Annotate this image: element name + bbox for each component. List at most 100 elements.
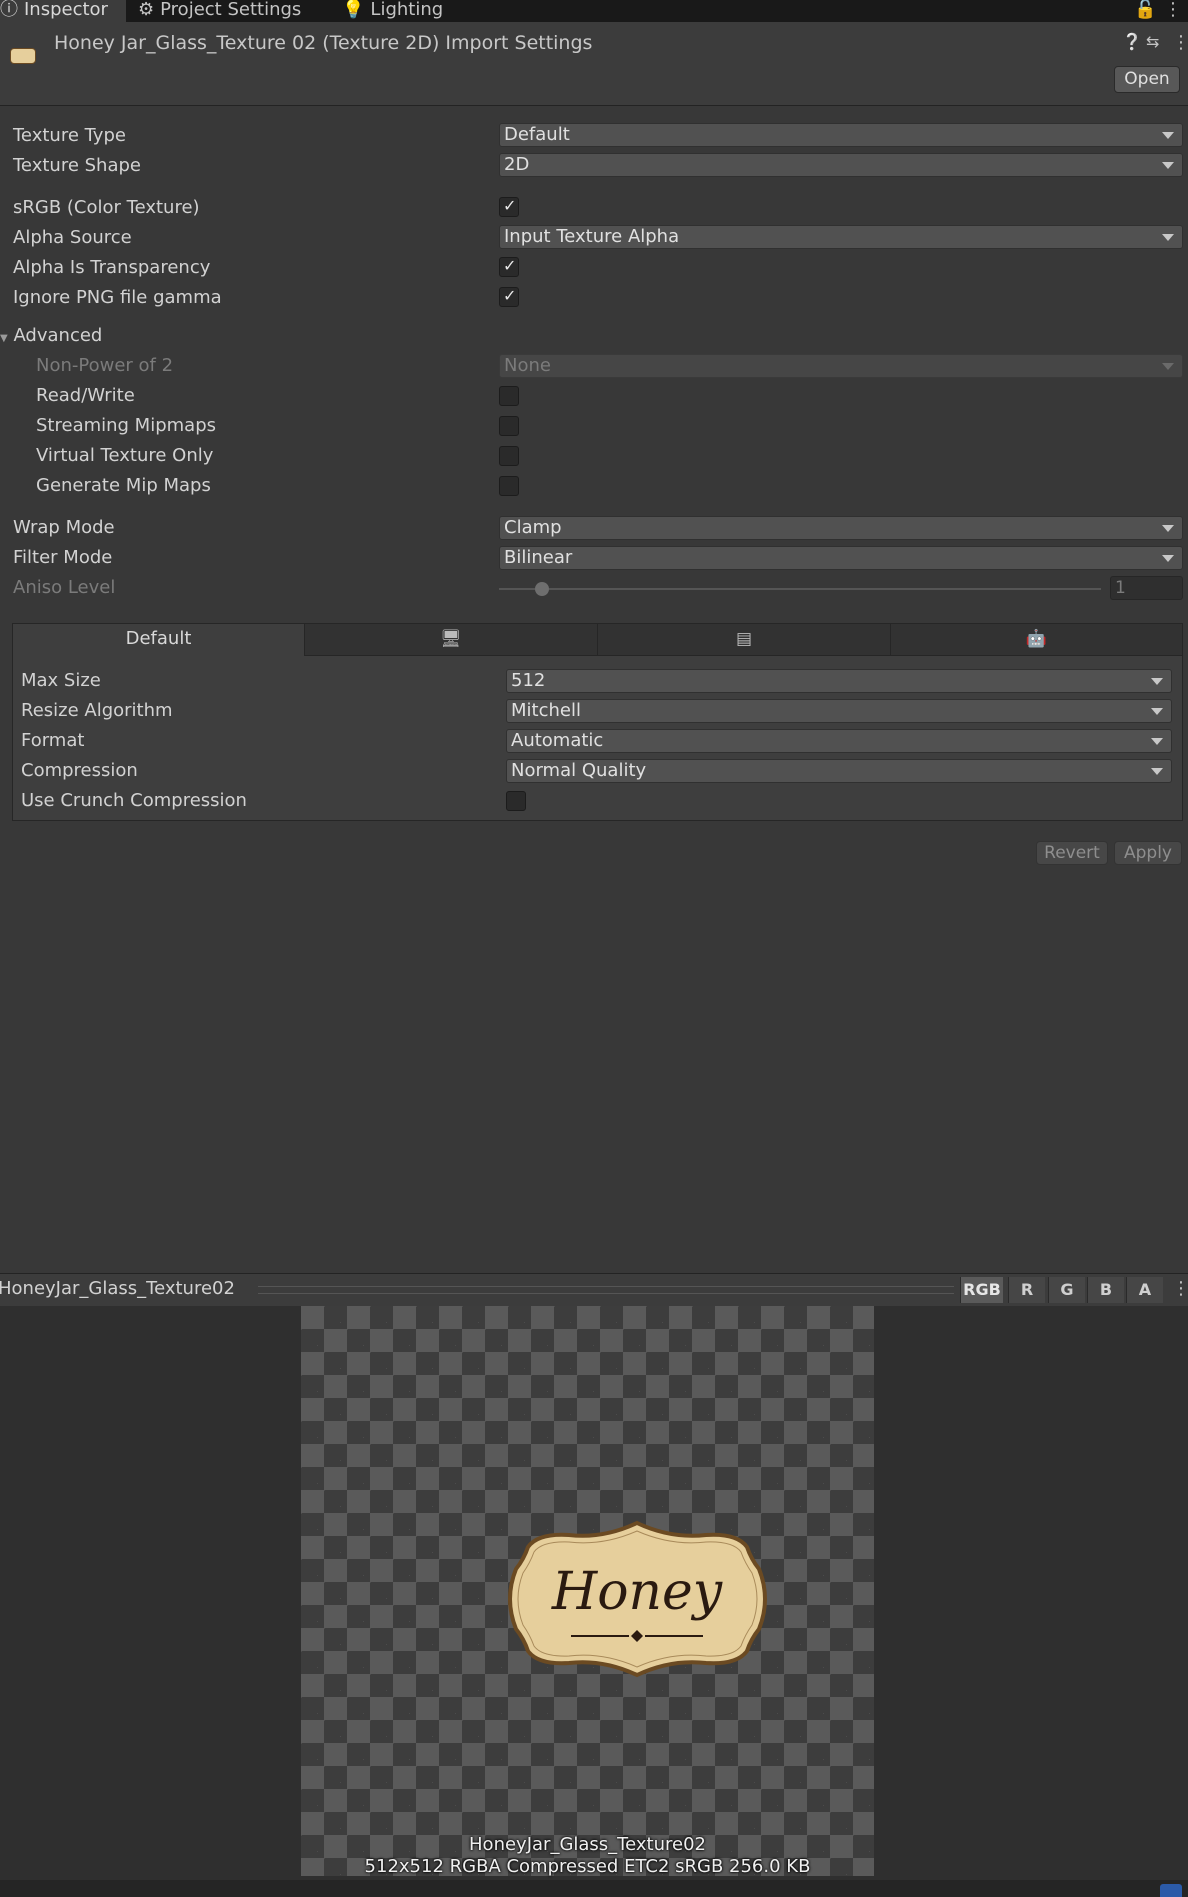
aniso-level-slider[interactable] xyxy=(499,578,1101,600)
texture-type-dropdown[interactable]: Default xyxy=(499,123,1183,147)
honey-label-text: Honey xyxy=(551,1562,723,1622)
read-write-label: Read/Write xyxy=(36,385,135,406)
filter-mode-dropdown[interactable]: Bilinear xyxy=(499,546,1183,570)
crunch-compression-checkbox[interactable] xyxy=(506,791,526,811)
bulb-icon: 💡 xyxy=(342,0,365,20)
advanced-label: Advanced xyxy=(13,325,103,346)
max-size-label: Max Size xyxy=(21,670,101,691)
tab-project-settings[interactable]: ⚙ Project Settings xyxy=(138,0,301,22)
tab-lighting[interactable]: 💡 Lighting xyxy=(342,0,443,22)
chevron-down-icon xyxy=(1162,555,1174,562)
more-vertical-icon[interactable]: ⋮ xyxy=(1172,1278,1188,1299)
more-vertical-icon[interactable]: ⋮ xyxy=(1172,32,1188,53)
tab-inspector[interactable]: ⓘ Inspector xyxy=(0,0,126,22)
resize-algorithm-dropdown[interactable]: Mitchell xyxy=(506,699,1172,723)
chevron-down-icon xyxy=(1151,678,1163,685)
aniso-level-value: 1 xyxy=(1115,578,1126,598)
chevron-down-icon xyxy=(1151,738,1163,745)
status-footer xyxy=(0,1880,1188,1897)
alpha-is-transparency-label: Alpha Is Transparency xyxy=(13,257,211,278)
android-icon: 🤖 xyxy=(1025,629,1048,649)
streaming-mipmaps-checkbox[interactable] xyxy=(499,416,519,436)
texture-shape-label: Texture Shape xyxy=(13,155,141,176)
texture-preview-area: Honey HoneyJar_Glass_Texture02 512x512 R… xyxy=(0,1306,1188,1880)
preview-toolbar: HoneyJar_Glass_Texture02 RGB R G B A ⋮ xyxy=(0,1273,1188,1307)
virtual-texture-only-label: Virtual Texture Only xyxy=(36,445,214,466)
platform-tab-server[interactable]: ▤ xyxy=(598,624,891,656)
platform-tab-android[interactable]: 🤖 xyxy=(891,624,1182,656)
status-icon xyxy=(1160,1884,1182,1897)
slider-thumb[interactable] xyxy=(535,582,549,596)
format-label: Format xyxy=(21,730,85,751)
chevron-down-icon xyxy=(1162,132,1174,139)
compression-label: Compression xyxy=(21,760,138,781)
read-write-checkbox[interactable] xyxy=(499,386,519,406)
aniso-level-label: Aniso Level xyxy=(13,577,116,598)
chevron-down-icon xyxy=(1162,525,1174,532)
texture-type-value: Default xyxy=(504,124,570,145)
non-power-of-2-label: Non-Power of 2 xyxy=(36,355,174,376)
platform-settings-box: Default 🖥 ▤ 🤖 Max Size 512 Resize Algori… xyxy=(12,623,1183,821)
chevron-down-icon xyxy=(1151,768,1163,775)
platform-tab-default-label: Default xyxy=(125,628,192,649)
honey-label-image: Honey xyxy=(508,1520,767,1678)
checkmark-icon: ✓ xyxy=(503,256,517,275)
chevron-down-icon xyxy=(1162,162,1174,169)
preset-icon[interactable]: ⇆ xyxy=(1146,32,1159,51)
streaming-mipmaps-label: Streaming Mipmaps xyxy=(36,415,217,436)
monitor-icon: 🖥 xyxy=(440,629,462,649)
chevron-down-icon xyxy=(1162,234,1174,241)
lock-icon[interactable]: 🔓 xyxy=(1134,0,1156,22)
triangle-down-icon: ▼ xyxy=(0,333,8,344)
channel-a-button[interactable]: A xyxy=(1126,1277,1163,1303)
wrap-mode-value: Clamp xyxy=(504,517,562,538)
preview-caption-name: HoneyJar_Glass_Texture02 xyxy=(469,1834,706,1855)
checkmark-icon: ✓ xyxy=(503,286,517,305)
channel-r-button[interactable]: R xyxy=(1008,1277,1045,1303)
non-power-of-2-dropdown: None xyxy=(499,354,1183,378)
texture-thumbnail-icon xyxy=(10,48,36,64)
format-dropdown[interactable]: Automatic xyxy=(506,729,1172,753)
inspector-header: Honey Jar_Glass_Texture 02 (Texture 2D) … xyxy=(0,22,1188,106)
gear-icon: ⚙ xyxy=(138,0,155,20)
preview-title[interactable]: HoneyJar_Glass_Texture02 xyxy=(0,1278,235,1299)
alpha-is-transparency-checkbox[interactable]: ✓ xyxy=(499,256,519,277)
aniso-level-field[interactable]: 1 xyxy=(1110,576,1183,600)
channel-b-button[interactable]: B xyxy=(1087,1277,1124,1303)
alpha-source-label: Alpha Source xyxy=(13,227,132,248)
open-button[interactable]: Open xyxy=(1114,66,1180,93)
max-size-dropdown[interactable]: 512 xyxy=(506,669,1172,693)
compression-dropdown[interactable]: Normal Quality xyxy=(506,759,1172,783)
resize-algorithm-label: Resize Algorithm xyxy=(21,700,173,721)
ignore-png-gamma-checkbox[interactable]: ✓ xyxy=(499,286,519,307)
channel-g-button[interactable]: G xyxy=(1048,1277,1085,1303)
apply-button[interactable]: Apply xyxy=(1114,841,1182,865)
drag-handle[interactable] xyxy=(258,1286,954,1294)
ignore-png-gamma-label: Ignore PNG file gamma xyxy=(13,287,222,308)
checkmark-icon: ✓ xyxy=(503,196,517,215)
more-vertical-icon[interactable]: ⋮ xyxy=(1164,0,1182,22)
wrap-mode-dropdown[interactable]: Clamp xyxy=(499,516,1183,540)
help-icon[interactable]: ❔ xyxy=(1122,32,1142,51)
texture-type-label: Texture Type xyxy=(13,125,126,146)
texture-shape-dropdown[interactable]: 2D xyxy=(499,153,1183,177)
window-tab-bar: ⓘ Inspector ⚙ Project Settings 💡 Lighting 🔓… xyxy=(0,0,1188,22)
filter-mode-label: Filter Mode xyxy=(13,547,113,568)
advanced-foldout[interactable]: ▼ Advanced xyxy=(0,325,102,346)
platform-tab-standalone[interactable]: 🖥 xyxy=(305,624,598,656)
info-icon: ⓘ xyxy=(0,0,18,20)
platform-tab-default[interactable]: Default xyxy=(13,624,305,656)
srgb-label: sRGB (Color Texture) xyxy=(13,197,200,218)
channel-rgb-button[interactable]: RGB xyxy=(960,1277,1003,1303)
crunch-compression-label: Use Crunch Compression xyxy=(21,790,247,811)
format-value: Automatic xyxy=(511,730,604,751)
server-icon: ▤ xyxy=(735,629,753,649)
non-power-of-2-value: None xyxy=(504,355,551,376)
generate-mip-maps-checkbox[interactable] xyxy=(499,476,519,496)
virtual-texture-only-checkbox[interactable] xyxy=(499,446,519,466)
page-title: Honey Jar_Glass_Texture 02 (Texture 2D) … xyxy=(54,32,593,54)
max-size-value: 512 xyxy=(511,670,546,691)
revert-button[interactable]: Revert xyxy=(1036,841,1108,865)
alpha-source-dropdown[interactable]: Input Texture Alpha xyxy=(499,225,1183,249)
srgb-checkbox[interactable]: ✓ xyxy=(499,196,519,217)
